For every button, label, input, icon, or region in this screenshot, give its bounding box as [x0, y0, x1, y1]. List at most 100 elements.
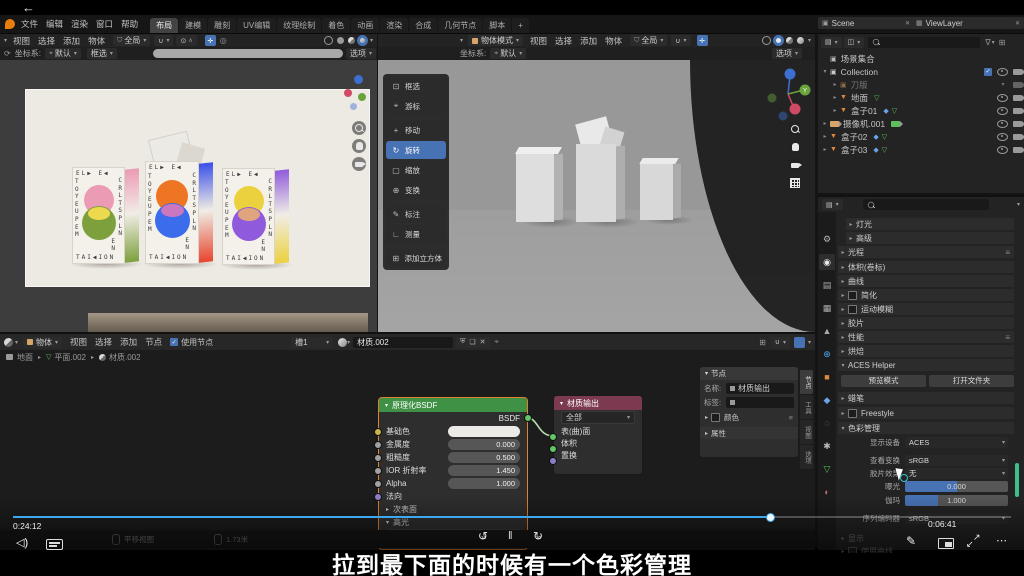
vpl-gizmo-toggle-icon[interactable]: ✛ — [205, 35, 216, 46]
scene-selector[interactable]: ▣ Scene ✕ — [818, 17, 914, 29]
vpr-menu-view[interactable]: 视图 — [530, 35, 547, 47]
zoom-icon[interactable] — [352, 121, 366, 135]
menu-help[interactable]: 帮助 — [121, 18, 138, 30]
panel-bake[interactable]: ▸烘焙 — [838, 345, 1014, 357]
vpl-menu-view[interactable]: 视图 — [13, 35, 30, 47]
node-material-output[interactable]: ▾材质输出 全部▾ 表(曲)面 体积 置换 — [553, 395, 643, 475]
render-visibility-icon[interactable] — [1013, 121, 1022, 127]
tab-output-icon[interactable]: ▤ — [819, 277, 835, 293]
breadcrumb-material[interactable]: 材质.002 — [109, 352, 141, 363]
vpl-proportional-edit[interactable]: ⊙ ∧ — [176, 35, 196, 46]
outliner-row-ground[interactable]: ▸▼ 地面 ▽ — [820, 91, 1022, 104]
properties-editor-icon[interactable]: ▤▾ — [822, 199, 843, 210]
camera-view-icon[interactable] — [788, 158, 802, 172]
vpl-coord-dropdown[interactable]: ⌖ 默认▾ — [45, 48, 81, 59]
panel-grease-pencil[interactable]: ▸蜡笔 — [838, 392, 1014, 404]
exposure-slider[interactable]: 0.000 — [905, 481, 1008, 492]
shading-rendered-icon[interactable] — [797, 37, 804, 44]
tool-refresh-icon[interactable]: ⟳ — [4, 49, 11, 58]
outliner-filter-mode[interactable]: ◫▾ — [844, 37, 865, 48]
solid-box-left[interactable] — [516, 152, 562, 222]
shader-type-dropdown[interactable]: 物体▾ — [23, 337, 62, 348]
viewlayer-selector[interactable]: ▦ ViewLayer ✕ — [912, 17, 1024, 29]
tab-scene-icon[interactable]: ▲ — [819, 323, 835, 339]
render-visibility-icon[interactable] — [1013, 82, 1022, 88]
tool-box-select[interactable]: ⊡框选 — [386, 77, 446, 95]
display-device-dropdown[interactable]: ACES▾ — [905, 437, 1008, 448]
tool-measure[interactable]: ∟测量 — [386, 225, 446, 243]
outliner-row-scene-collection[interactable]: ▣ 场景集合 — [820, 52, 1022, 65]
outliner-row-box03[interactable]: ▸▼ 盒子03 ◆ ▽ — [820, 143, 1022, 156]
viewlayer-unlink-icon[interactable]: ✕ — [1015, 20, 1020, 27]
metallic-slider[interactable]: 0.000 — [448, 439, 520, 450]
socket-metallic[interactable] — [374, 441, 382, 449]
hide-eye-icon[interactable] — [997, 146, 1008, 154]
progress-bar[interactable] — [13, 516, 1011, 518]
vpr-options-dropdown[interactable]: 选项▾ — [772, 48, 802, 59]
socket-roughness[interactable] — [374, 454, 382, 462]
tab-sculpting[interactable]: 雕刻 — [208, 18, 236, 33]
properties-scrollbar[interactable] — [1015, 463, 1019, 497]
vpl-orientation-dropdown[interactable]: ⛉ 全局▾ — [113, 35, 150, 46]
progress-knob[interactable] — [766, 513, 775, 522]
shading-rendered-icon[interactable] — [359, 37, 366, 44]
vpl-select-tool-dropdown[interactable]: 框选▾ — [87, 48, 117, 59]
camera-view-icon[interactable] — [352, 157, 366, 171]
motion-blur-checkbox[interactable] — [848, 305, 857, 314]
menu-edit[interactable]: 编辑 — [46, 18, 63, 30]
hide-eye-icon[interactable] — [997, 68, 1008, 76]
navigation-gizmo[interactable]: Y — [762, 64, 812, 122]
viewport-left[interactable]: EL▶ E◀ T O Y E U P E M C R L T S P L N E… — [0, 60, 377, 332]
exit-fullscreen-icon[interactable]: ↗ — [973, 532, 981, 543]
panel-light-paths[interactable]: ▸光程≡ — [838, 246, 1014, 258]
render-visibility-icon[interactable] — [1013, 108, 1022, 114]
vpr-menu-select[interactable]: 选择 — [555, 35, 572, 47]
view-transform-dropdown[interactable]: sRGB▾ — [905, 455, 1008, 466]
render-visibility-icon[interactable] — [1013, 69, 1022, 75]
vpr-mode-dropdown[interactable]: 物体模式▾ — [468, 35, 523, 46]
outliner-display-mode[interactable]: ▤▾ — [821, 37, 842, 48]
npanel-tab-view[interactable]: 视图 — [800, 420, 813, 444]
shading-wireframe-icon[interactable] — [324, 36, 333, 45]
panel-lights[interactable]: ▸灯光 — [846, 218, 1014, 230]
tab-object-icon[interactable]: ■ — [819, 369, 835, 385]
tab-geometry-nodes[interactable]: 几何节点 — [438, 18, 482, 33]
tool-move[interactable]: +移动 — [386, 121, 446, 139]
look-dropdown[interactable]: 无▾ — [905, 468, 1008, 479]
tab-layout[interactable]: 布局 — [150, 18, 178, 33]
tool-value-slider[interactable] — [153, 49, 343, 58]
shader-menu-select[interactable]: 选择 — [95, 336, 112, 348]
vpl-overlay-toggle-icon[interactable]: ◎ — [220, 36, 227, 45]
bsdf-node-header[interactable]: ▾原理化BSDF — [379, 398, 527, 412]
hide-eye-icon[interactable] — [997, 120, 1008, 128]
socket-bsdf-output[interactable] — [524, 414, 532, 422]
shading-material-icon[interactable] — [348, 37, 355, 44]
outliner-search-input[interactable] — [868, 37, 980, 48]
panel-film[interactable]: ▸胶片 — [838, 317, 1014, 329]
material-sphere-icon[interactable] — [338, 338, 347, 347]
editor-type-right-icon[interactable]: ▾ — [460, 37, 463, 44]
pan-hand-icon[interactable] — [352, 139, 366, 153]
tab-tool-icon[interactable]: ⚙ — [819, 231, 835, 247]
hide-eye-icon[interactable] — [997, 94, 1008, 102]
output-target-dropdown[interactable]: 全部▾ — [554, 410, 642, 425]
vpr-orientation-dropdown[interactable]: ⛉ 全局▾ — [630, 35, 667, 46]
editor-type-left-icon[interactable]: ▾ — [4, 37, 7, 44]
tab-texture-paint[interactable]: 纹理绘制 — [277, 18, 321, 33]
duplicate-material-icon[interactable]: ❏ — [469, 338, 475, 346]
roughness-slider[interactable]: 0.500 — [448, 452, 520, 463]
tab-data-icon[interactable]: ▽ — [819, 461, 835, 477]
vpl-menu-object[interactable]: 物体 — [88, 35, 105, 47]
render-visibility-icon[interactable] — [1013, 147, 1022, 153]
menu-file[interactable]: 文件 — [21, 18, 38, 30]
vpr-menu-add[interactable]: 添加 — [580, 35, 597, 47]
shading-material-icon[interactable] — [786, 37, 793, 44]
fake-user-shield-icon[interactable]: ⛨ — [460, 338, 465, 346]
shader-editor-type-icon[interactable] — [4, 338, 13, 347]
socket-base-color[interactable] — [374, 428, 382, 436]
unlink-material-icon[interactable]: ✕ — [480, 338, 486, 346]
vpr-gizmo-toggle-icon[interactable]: ✛ — [697, 35, 708, 46]
tool-rotate[interactable]: ↻旋转 — [386, 141, 446, 159]
simplify-checkbox[interactable] — [848, 291, 857, 300]
breadcrumb-mesh[interactable]: 平面.002 — [54, 352, 86, 363]
